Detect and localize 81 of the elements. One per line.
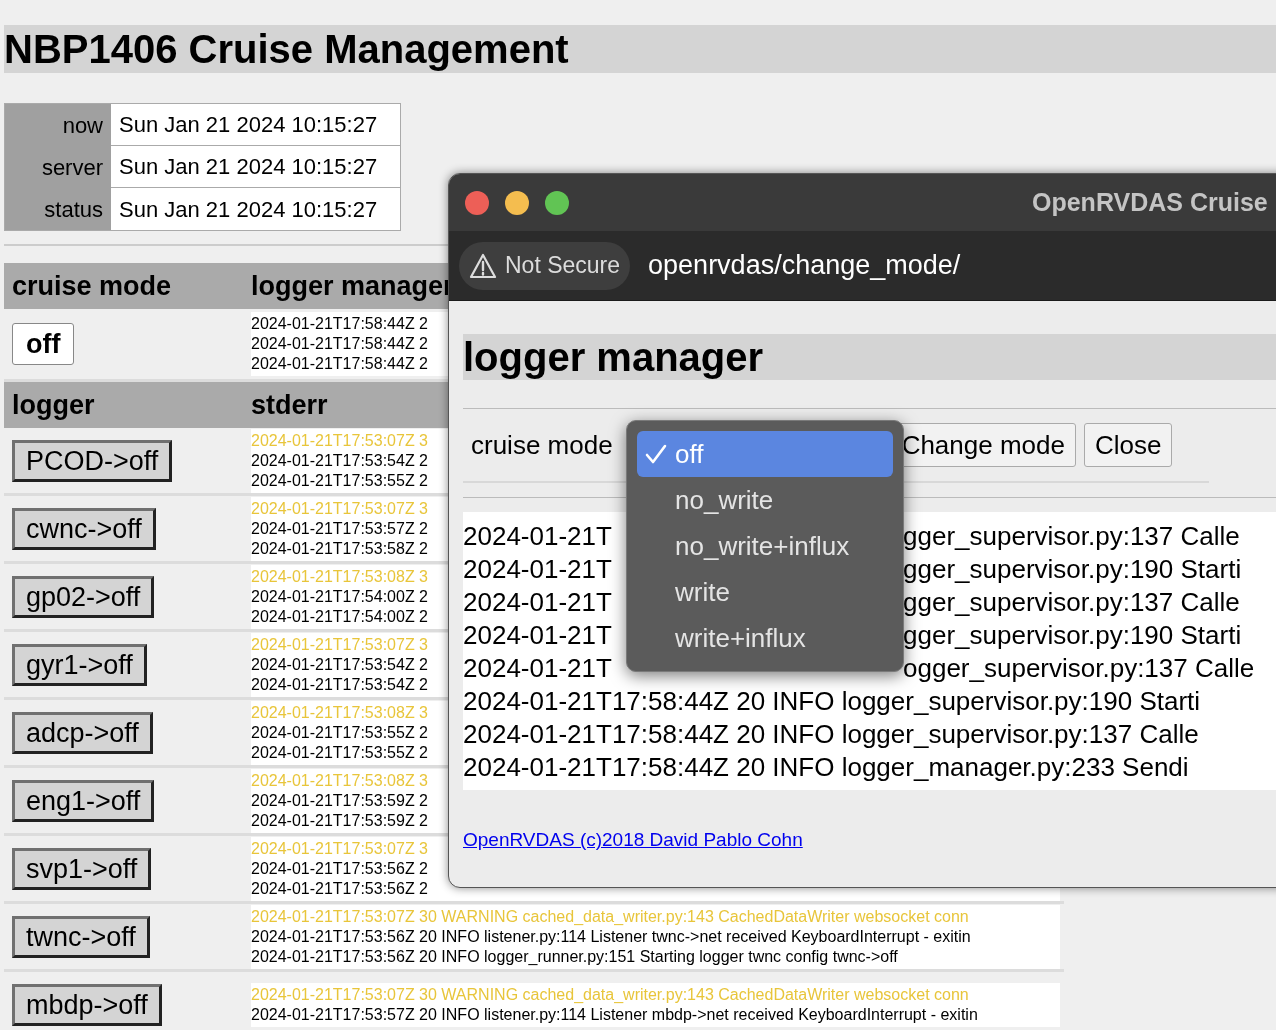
logger-button[interactable]: PCOD->off	[12, 439, 173, 482]
window-control-icon[interactable]	[465, 190, 489, 215]
log-line: 2024-01-21T17:53:55Z 2	[251, 470, 428, 491]
log-line: 2024-01-21T17:58:44Z 2	[251, 314, 428, 334]
check-icon	[645, 443, 667, 465]
time-value: Sun Jan 21 2024 10:15:27	[118, 195, 379, 224]
log-line: 2024-01-21T17:53:54Z 2	[251, 450, 428, 471]
log-line: 2024-01-21T17:53:07Z 30 WARNING cached_data_writer.py:143 CachedDataWriter websocket conn	[251, 906, 969, 927]
log-line: ogger_supervisor.py:137 Calle	[903, 652, 1255, 685]
log-line: 2024-01-21T17:53:07Z 30 WARNING cached_data_writer.py:143 CachedDataWriter websocket conn	[251, 984, 969, 1005]
dropdown-option[interactable]: write+influx	[637, 615, 893, 661]
dropdown-option[interactable]: no_write+influx	[637, 523, 893, 569]
logger-button[interactable]: svp1->off	[12, 847, 152, 890]
security-label: Not Secure	[505, 251, 621, 281]
log-line: 2024-01-21T17:53:07Z 3	[251, 838, 428, 859]
logger-button[interactable]: twnc->off	[12, 915, 150, 958]
log-line: 2024-01-21T17:58:44Z 20 INFO logger_supervisor.py:190 Starti	[463, 686, 1201, 716]
log-line: 2024-01-21T17:53:55Z 2	[251, 742, 428, 763]
log-line: 2024-01-21T17:58:44Z 2	[251, 354, 428, 374]
log-line: 2024-01-21T	[463, 554, 612, 584]
url-text[interactable]: openrvdas/change_mode/	[648, 245, 961, 286]
window-title: OpenRVDAS Cruise	[1032, 186, 1268, 218]
log-line: 2024-01-21T17:53:07Z 3	[251, 430, 428, 451]
log-line: 2024-01-21T	[463, 521, 612, 551]
time-value: Sun Jan 21 2024 10:15:27	[111, 104, 400, 146]
logger-button[interactable]: gp02->off	[12, 575, 155, 618]
footer-link[interactable]: OpenRVDAS (c)2018 David Pablo Cohn	[463, 829, 803, 850]
time-label: server	[5, 146, 111, 188]
column-header: logger manager	[251, 269, 454, 303]
column-header: stderr	[251, 388, 328, 422]
log-line: 2024-01-21T17:53:56Z 2	[251, 858, 428, 879]
logger-button[interactable]: mbdp->off	[12, 983, 162, 1026]
log-line: 2024-01-21T17:58:44Z 2	[251, 334, 428, 354]
column-header: cruise mode	[11, 269, 173, 303]
log-line: 2024-01-21T17:53:07Z 3	[251, 634, 428, 655]
log-line: 2024-01-21T17:54:00Z 2	[251, 606, 428, 627]
dropdown-option[interactable]: no_write	[637, 477, 893, 523]
window-control-icon[interactable]	[505, 190, 529, 215]
logger-button[interactable]: cwnc->off	[12, 507, 156, 550]
action-button[interactable]: Close	[1083, 423, 1173, 467]
log-line: 2024-01-21T	[463, 653, 612, 683]
time-label: status	[5, 188, 111, 230]
log-line: 2024-01-21T17:53:56Z 20 INFO logger_runner.py:151 Starting logger twnc config twnc->off	[251, 946, 898, 967]
log-line: 2024-01-21T17:53:57Z 20 INFO listener.py:114 Listener mbdp->net received KeyboardInterrupt - exitin	[251, 1004, 978, 1025]
log-line: 2024-01-21T	[463, 587, 612, 617]
field-label: cruise mode	[471, 428, 613, 462]
time-value: Sun Jan 21 2024 10:15:27	[111, 146, 400, 188]
log-line: 2024-01-21T17:54:00Z 2	[251, 586, 428, 607]
log-line: 2024-01-21T17:53:08Z 3	[251, 702, 428, 723]
mode-button[interactable]: off	[12, 323, 75, 365]
time-label: now	[5, 104, 111, 146]
log-line: 2024-01-21T17:53:59Z 2	[251, 790, 428, 811]
log-line: 2024-01-21T17:53:57Z 2	[251, 518, 428, 539]
log-line: 2024-01-21T17:53:59Z 2	[251, 810, 428, 831]
log-line: gger_supervisor.py:137 Calle	[903, 586, 1240, 619]
column-header: logger	[11, 388, 96, 422]
page-heading: logger manager	[463, 334, 1276, 380]
security-badge[interactable]: Not Secure	[459, 241, 631, 290]
dropdown-option[interactable]: write	[637, 569, 893, 615]
log-line: gger_supervisor.py:190 Starti	[903, 553, 1242, 586]
log-line: 2024-01-21T17:53:08Z 3	[251, 770, 428, 791]
window-control-icon[interactable]	[545, 190, 569, 215]
log-line: gger_supervisor.py:137 Calle	[903, 520, 1240, 553]
page-title: NBP1406 Cruise Management	[4, 25, 1276, 73]
log-line: 2024-01-21T17:53:07Z 3	[251, 498, 428, 519]
log-line: 2024-01-21T17:53:54Z 2	[251, 654, 428, 675]
warning-icon	[469, 252, 497, 279]
log-line: 2024-01-21T17:53:54Z 2	[251, 674, 428, 695]
log-line: gger_supervisor.py:190 Starti	[903, 619, 1242, 652]
logger-button[interactable]: gyr1->off	[12, 643, 147, 686]
logger-button[interactable]: adcp->off	[12, 711, 153, 754]
log-line: 2024-01-21T	[463, 620, 612, 650]
log-line: 2024-01-21T17:53:55Z 2	[251, 722, 428, 743]
log-line: 2024-01-21T17:53:56Z 2	[251, 878, 428, 899]
logger-button[interactable]: eng1->off	[12, 779, 155, 822]
log-line: 2024-01-21T17:53:58Z 2	[251, 538, 428, 559]
log-line: 2024-01-21T17:53:56Z 20 INFO listener.py:114 Listener twnc->net received KeyboardInterrupt - exitin	[251, 926, 971, 947]
log-line: 2024-01-21T17:58:44Z 20 INFO logger_manager.py:233 Sendi	[463, 752, 1189, 782]
log-line: 2024-01-21T17:53:08Z 3	[251, 566, 428, 587]
dropdown-option[interactable]: off	[637, 431, 893, 477]
log-line: 2024-01-21T17:58:44Z 20 INFO logger_supervisor.py:137 Calle	[463, 719, 1199, 749]
